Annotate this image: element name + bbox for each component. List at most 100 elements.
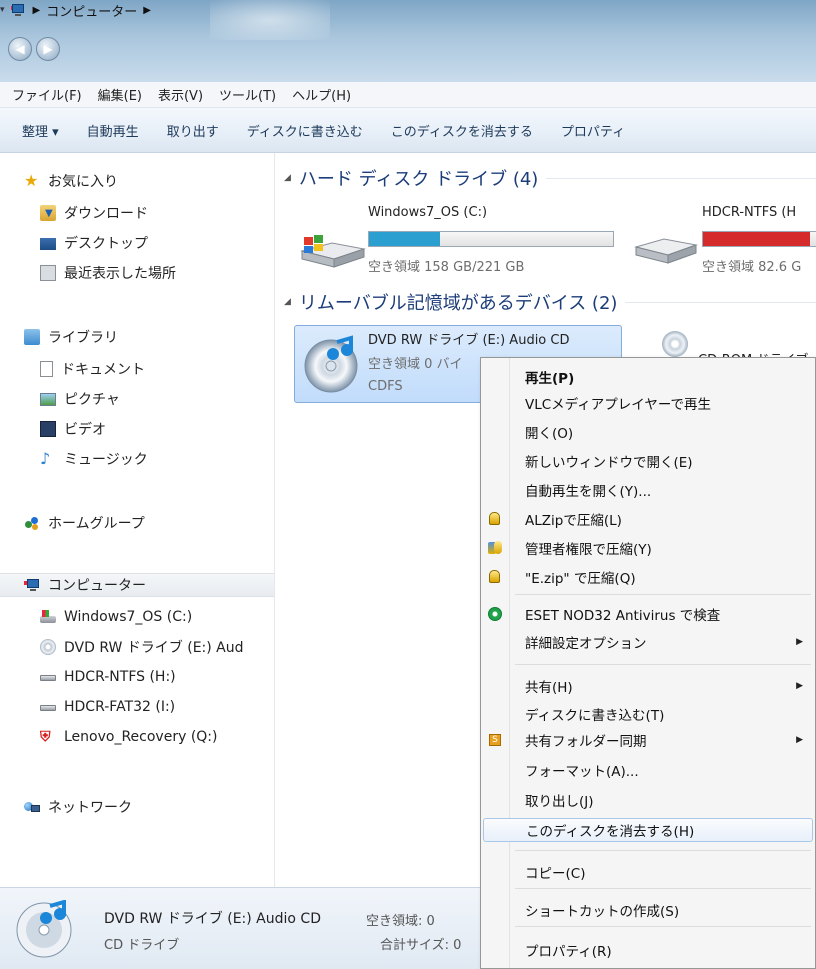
command-bar: 整理 ▾ 自動再生 取り出す ディスクに書き込む このディスクを消去する プロパ…	[0, 108, 816, 153]
forward-button[interactable]: ▶	[36, 37, 60, 61]
breadcrumb-arrow-icon[interactable]: ▶	[143, 5, 151, 16]
context-menu-item[interactable]: ショートカットの作成(S)	[483, 898, 813, 922]
dvd-free-space: 空き領域 0 バイ	[368, 357, 463, 372]
menu-separator	[515, 594, 811, 595]
context-menu-item[interactable]: S 共有フォルダー同期 ▶	[483, 728, 813, 752]
menu-view[interactable]: 表示(V)	[158, 85, 203, 104]
context-menu-item-label: 共有(H)	[525, 680, 573, 696]
erase-disc-button[interactable]: このディスクを消去する	[391, 121, 533, 140]
menu-help[interactable]: ヘルプ(H)	[292, 85, 351, 104]
context-menu-item[interactable]: "E.zip" で圧縮(Q)	[483, 565, 813, 589]
context-menu-item[interactable]: 再生(P)	[483, 365, 813, 389]
desktop-icon	[40, 238, 56, 250]
collapse-triangle-icon[interactable]: ◢	[284, 297, 291, 307]
context-menu-item-label: 再生(P)	[525, 371, 575, 387]
menu-file[interactable]: ファイル(F)	[12, 85, 82, 104]
nav-homegroup[interactable]: ホームグループ	[24, 511, 145, 535]
collapse-triangle-icon[interactable]: ◢	[284, 173, 291, 183]
details-drive-type: CD ドライブ	[104, 938, 180, 953]
nav-drive-e[interactable]: DVD RW ドライブ (E:) Aud	[40, 635, 244, 659]
drive-h-icon[interactable]	[634, 225, 698, 265]
context-menu-item-label: 自動再生を開く(Y)...	[525, 484, 652, 500]
context-menu-item[interactable]: ディスクに書き込む(T)	[483, 702, 813, 726]
context-menu-item-label: 新しいウィンドウで開く(E)	[525, 455, 693, 471]
context-menu-item[interactable]: 自動再生を開く(Y)...	[483, 478, 813, 502]
recent-places-icon	[40, 265, 56, 281]
alzip-icon	[487, 511, 503, 527]
context-menu-item-label: コピー(C)	[525, 866, 586, 882]
context-menu-item[interactable]: 管理者権限で圧縮(Y)	[483, 536, 813, 560]
drive-c-icon[interactable]	[298, 223, 368, 269]
drive-h-name[interactable]: HDCR-NTFS (H	[702, 205, 796, 220]
context-menu-item[interactable]: VLCメディアプレイヤーで再生	[483, 391, 813, 415]
dvd-drive-name[interactable]: DVD RW ドライブ (E:) Audio CD	[368, 329, 569, 348]
context-menu-item[interactable]: 詳細設定オプション ▶	[483, 630, 813, 654]
context-menu-item[interactable]: コピー(C)	[483, 860, 813, 884]
context-menu-item[interactable]: ESET NOD32 Antivirus で検査	[483, 602, 813, 626]
context-menu-item[interactable]: 新しいウィンドウで開く(E)	[483, 449, 813, 473]
context-menu-item[interactable]: 共有(H) ▶	[483, 674, 813, 698]
breadcrumb-computer[interactable]: コンピューター	[46, 1, 137, 20]
menu-tools[interactable]: ツール(T)	[219, 85, 276, 104]
context-menu-item[interactable]: 開く(O)	[483, 420, 813, 444]
library-icon	[24, 329, 40, 345]
context-menu-item-label: ショートカットの作成(S)	[525, 904, 680, 920]
star-icon: ★	[24, 171, 39, 190]
menu-edit[interactable]: 編集(E)	[98, 85, 142, 104]
nav-documents[interactable]: ドキュメント	[40, 357, 145, 381]
nav-music[interactable]: ♪ ミュージック	[40, 447, 148, 471]
nav-desktop[interactable]: デスクトップ	[40, 231, 148, 255]
properties-button[interactable]: プロパティ	[561, 121, 625, 140]
nav-libraries[interactable]: ライブラリ	[24, 325, 118, 349]
computer-icon	[24, 577, 40, 593]
nav-videos[interactable]: ビデオ	[40, 417, 106, 441]
burn-to-disc-button[interactable]: ディスクに書き込む	[247, 121, 363, 140]
pictures-icon	[40, 392, 56, 406]
context-menu-item-label: 管理者権限で圧縮(Y)	[525, 542, 652, 558]
chevron-down-icon[interactable]: ▾	[0, 5, 5, 15]
menu-separator	[515, 850, 811, 851]
drive-h-free-space: 空き領域 82.6 G	[702, 260, 802, 275]
autoplay-button[interactable]: 自動再生	[87, 121, 139, 140]
cd-rom-icon[interactable]	[662, 331, 688, 357]
submenu-arrow-icon: ▶	[796, 735, 803, 745]
computer-icon	[10, 3, 27, 17]
context-menu-item-label: 取り出し(J)	[525, 794, 594, 810]
context-menu-item-label: 開く(O)	[525, 426, 574, 442]
music-icon: ♪	[40, 449, 51, 468]
details-drive-name: DVD RW ドライブ (E:) Audio CD	[104, 911, 321, 927]
nav-recent-places[interactable]: 最近表示した場所	[40, 261, 176, 285]
nav-favorites[interactable]: ★ お気に入り	[24, 169, 118, 193]
nav-drive-h[interactable]: HDCR-NTFS (H:)	[40, 665, 176, 689]
drive-h-usage-bar	[702, 231, 816, 247]
document-icon	[40, 361, 53, 377]
nav-drive-q[interactable]: ⛨ Lenovo_Recovery (Q:)	[40, 725, 217, 749]
menu-separator	[515, 664, 811, 665]
context-menu-item[interactable]: プロパティ(R)	[483, 938, 813, 962]
context-menu-item-label: "E.zip" で圧縮(Q)	[525, 571, 636, 587]
context-menu-item-label: 詳細設定オプション	[525, 636, 647, 652]
group-header-removable[interactable]: ◢ リムーバブル記憶域があるデバイス (2)	[284, 289, 816, 315]
context-menu-item[interactable]: フォーマット(A)...	[483, 758, 813, 782]
context-menu-item-label: ESET NOD32 Antivirus で検査	[525, 608, 721, 624]
drive-c-name[interactable]: Windows7_OS (C:)	[368, 205, 487, 220]
nav-computer[interactable]: コンピューター	[0, 573, 274, 597]
nav-network[interactable]: ネットワーク	[24, 795, 132, 819]
nav-drive-c[interactable]: Windows7_OS (C:)	[40, 605, 192, 629]
menu-bar: ファイル(F) 編集(E) 表示(V) ツール(T) ヘルプ(H)	[0, 82, 816, 108]
nav-downloads[interactable]: ▼ ダウンロード	[40, 201, 148, 225]
nav-drive-i[interactable]: HDCR-FAT32 (I:)	[40, 695, 175, 719]
back-button[interactable]: ◀	[8, 37, 32, 61]
nav-pictures[interactable]: ピクチャ	[40, 387, 120, 411]
context-menu-item[interactable]: 取り出し(J)	[483, 788, 813, 812]
context-menu-item[interactable]: ALZipで圧縮(L)	[483, 507, 813, 531]
eject-button[interactable]: 取り出す	[167, 121, 219, 140]
context-menu-item-label: 共有フォルダー同期	[525, 734, 647, 750]
menu-separator	[515, 888, 811, 889]
group-header-hdd[interactable]: ◢ ハード ディスク ドライブ (4)	[284, 165, 816, 191]
organize-button[interactable]: 整理 ▾	[22, 121, 59, 140]
context-menu-item[interactable]: このディスクを消去する(H)	[483, 818, 813, 842]
hard-drive-icon	[40, 699, 56, 715]
breadcrumb-separator-icon: ▶	[32, 4, 41, 16]
address-bar[interactable]: ▾ ▶ コンピューター ▶	[0, 0, 746, 20]
